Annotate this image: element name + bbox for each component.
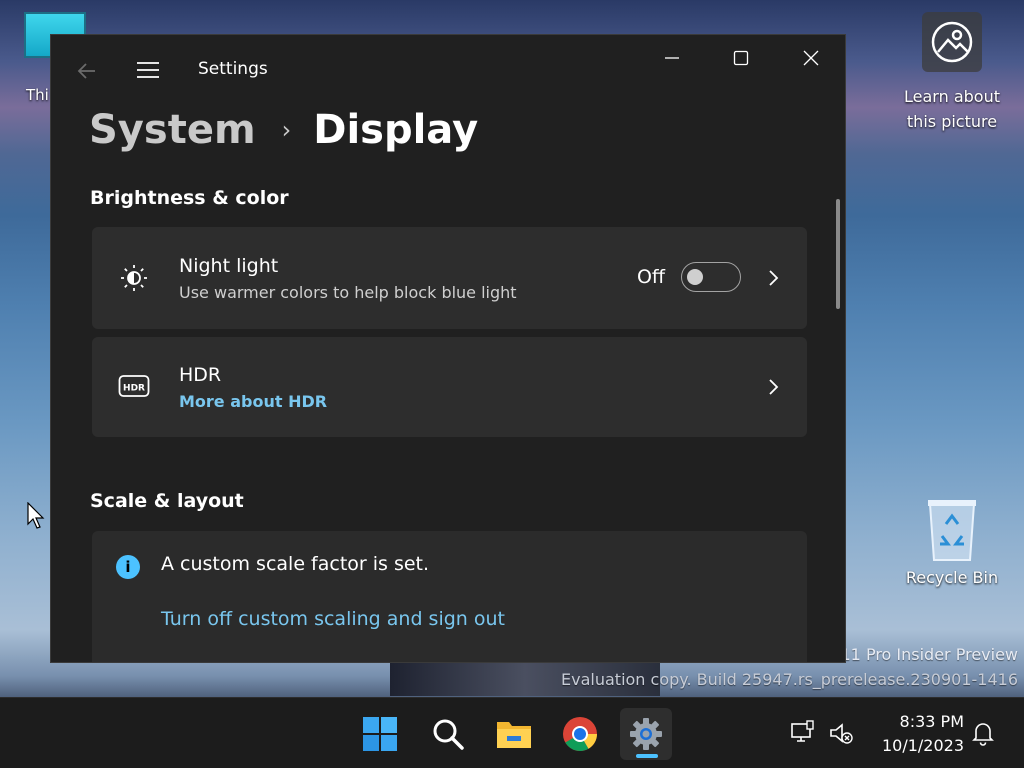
- back-arrow-icon: [77, 63, 95, 79]
- network-tray-button[interactable]: [788, 718, 818, 748]
- chevron-right-icon: [769, 270, 779, 286]
- night-light-icon: [118, 262, 150, 294]
- chrome-button[interactable]: [554, 708, 606, 760]
- mouse-cursor-icon: [27, 502, 45, 529]
- search-button[interactable]: [422, 708, 474, 760]
- page-title: Display: [313, 107, 479, 153]
- recycle-bin-icon: [924, 494, 980, 564]
- maximize-button[interactable]: [716, 43, 766, 73]
- breadcrumb-system[interactable]: System: [89, 107, 256, 153]
- section-title-scale: Scale & layout: [90, 490, 244, 512]
- recycle-bin-label: Recycle Bin: [905, 568, 999, 587]
- learn-about-picture-icon[interactable]: Learn about this picture: [896, 12, 1008, 134]
- close-icon: [803, 50, 819, 66]
- chevron-right-icon: [769, 379, 779, 395]
- turn-off-custom-scaling-link[interactable]: Turn off custom scaling and sign out: [161, 608, 505, 630]
- title-bar[interactable]: Settings: [51, 35, 845, 105]
- chrome-icon: [563, 717, 597, 751]
- settings-taskbar-button[interactable]: [620, 708, 672, 760]
- hdr-title: HDR: [179, 364, 222, 386]
- bell-icon: [972, 723, 994, 746]
- clock-date: 10/1/2023: [881, 736, 964, 755]
- maximize-icon: [733, 50, 749, 66]
- more-about-hdr-link[interactable]: More about HDR: [179, 392, 327, 411]
- minimize-icon: [665, 57, 679, 59]
- volume-tray-button[interactable]: [826, 718, 856, 748]
- hamburger-icon: [137, 62, 159, 78]
- active-app-indicator: [636, 754, 658, 758]
- taskbar: 8:33 PM 10/1/2023: [0, 697, 1024, 768]
- volume-muted-icon: [830, 723, 853, 744]
- night-light-toggle-group: Off: [637, 262, 741, 292]
- clock-time: 8:33 PM: [899, 712, 964, 731]
- window-title: Settings: [198, 59, 268, 79]
- navigation-menu-button[interactable]: [135, 57, 161, 83]
- hdr-icon: HDR: [118, 370, 150, 402]
- night-light-toggle[interactable]: [681, 262, 741, 292]
- camera-location-icon: [922, 12, 982, 72]
- windows-logo-icon: [363, 717, 397, 751]
- night-light-card[interactable]: Night light Use warmer colors to help bl…: [92, 227, 807, 329]
- night-light-description: Use warmer colors to help block blue lig…: [179, 283, 517, 302]
- custom-scale-message: A custom scale factor is set.: [161, 553, 430, 575]
- recycle-bin-desktop-icon[interactable]: Recycle Bin: [898, 494, 1006, 587]
- back-button[interactable]: [73, 57, 101, 85]
- custom-scale-info-card: i A custom scale factor is set. Turn off…: [92, 531, 807, 662]
- this-pc-label: Thi: [26, 86, 49, 104]
- watermark-build: Evaluation copy. Build 25947.rs_prerelea…: [561, 670, 1018, 689]
- hdr-card[interactable]: HDR HDR More about HDR: [92, 337, 807, 437]
- start-button[interactable]: [354, 708, 406, 760]
- search-icon: [433, 719, 464, 750]
- learn-label-line1: Learn about: [904, 87, 1000, 106]
- notifications-button[interactable]: [968, 718, 998, 748]
- night-light-title: Night light: [179, 255, 279, 277]
- network-icon: [791, 720, 814, 742]
- scrollbar-thumb[interactable]: [836, 199, 840, 309]
- watermark-edition: 11 Pro Insider Preview: [840, 645, 1019, 664]
- settings-window: Settings System › Display Brightness & c…: [50, 34, 846, 663]
- folder-icon: [497, 722, 531, 748]
- toggle-knob: [687, 269, 703, 285]
- close-button[interactable]: [786, 43, 836, 73]
- gear-icon: [630, 718, 662, 750]
- learn-label-line2: this picture: [906, 112, 998, 131]
- minimize-button[interactable]: [647, 43, 697, 73]
- section-title-brightness: Brightness & color: [90, 187, 289, 209]
- file-explorer-button[interactable]: [488, 708, 540, 760]
- breadcrumb: System › Display: [89, 107, 478, 153]
- breadcrumb-chevron-icon: ›: [281, 116, 292, 144]
- taskbar-clock[interactable]: 8:33 PM 10/1/2023: [864, 710, 964, 758]
- info-icon: i: [116, 555, 140, 579]
- svg-text:HDR: HDR: [123, 384, 145, 394]
- night-light-state-label: Off: [636, 266, 665, 288]
